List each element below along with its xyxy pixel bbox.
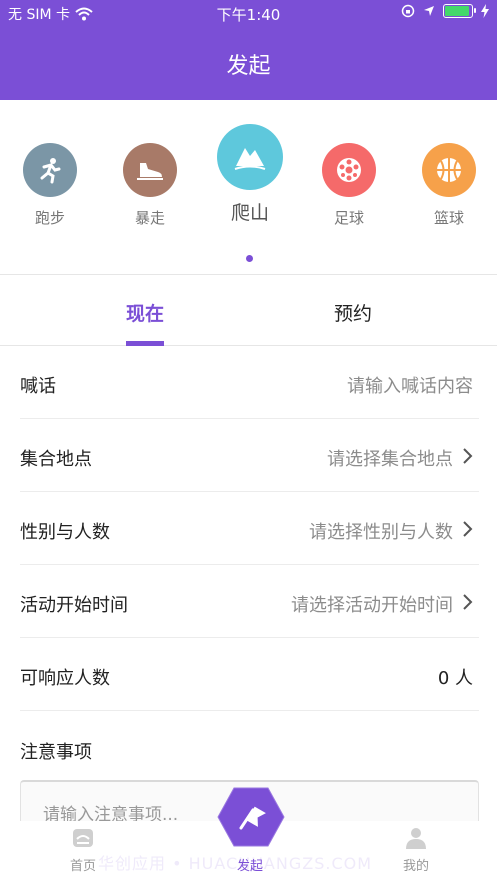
sport-label: 爬山	[230, 202, 269, 224]
responders-row[interactable]: 可响应人数 0 人	[20, 638, 479, 711]
user-icon	[406, 828, 426, 849]
mountain-icon	[217, 124, 283, 190]
sport-soccer[interactable]: 足球	[304, 143, 394, 228]
time-tabs: 现在 预约	[0, 274, 497, 346]
sport-label: 跑步	[34, 209, 65, 227]
battery-icon	[443, 4, 476, 18]
header: 无 SIM 卡 下午1:40 发起	[0, 0, 497, 100]
tab-reservation[interactable]: 预约	[293, 299, 413, 326]
tabbar-mine[interactable]: 我的	[386, 827, 446, 874]
meeting-place-row[interactable]: 集合地点 请选择集合地点	[20, 419, 479, 492]
gender-count-row[interactable]: 性别与人数 请选择性别与人数	[20, 492, 479, 565]
running-icon	[23, 143, 77, 197]
soccer-ball-icon	[322, 143, 376, 197]
chevron-right-icon	[463, 448, 473, 464]
charging-icon	[481, 4, 489, 18]
shout-label: 喊话	[20, 376, 56, 397]
sport-brisk-walk[interactable]: 暴走	[105, 143, 195, 228]
home-icon	[73, 829, 93, 847]
launch-button[interactable]	[217, 786, 285, 848]
tabbar-launch-label[interactable]: 发起	[219, 855, 281, 874]
page-title: 发起	[226, 54, 271, 79]
orientation-lock-icon	[401, 4, 415, 18]
chevron-right-icon	[463, 521, 473, 537]
responders-label: 可响应人数	[20, 668, 110, 689]
sport-label: 足球	[333, 209, 364, 227]
sport-running[interactable]: 跑步	[5, 143, 95, 228]
gender-count-value: 请选择性别与人数	[309, 522, 453, 543]
tabbar-mine-label: 我的	[402, 859, 429, 874]
status-bar: 无 SIM 卡 下午1:40	[0, 0, 497, 26]
gender-count-label: 性别与人数	[20, 522, 110, 543]
start-time-value: 请选择活动开始时间	[291, 595, 453, 616]
page-indicator-dot	[246, 255, 253, 262]
meeting-place-label: 集合地点	[20, 449, 92, 470]
responders-value[interactable]: 0 人	[438, 664, 473, 690]
chevron-right-icon	[463, 594, 473, 610]
sport-hiking[interactable]: 爬山	[205, 124, 295, 225]
shout-input[interactable]: 请输入喊话内容	[347, 372, 473, 398]
notes-label: 注意事项	[20, 742, 92, 763]
meeting-place-value: 请选择集合地点	[327, 449, 453, 470]
sport-label: 篮球	[433, 209, 464, 227]
start-time-label: 活动开始时间	[20, 595, 128, 616]
basketball-icon	[422, 143, 476, 197]
start-time-row[interactable]: 活动开始时间 请选择活动开始时间	[20, 565, 479, 638]
sport-label: 暴走	[134, 209, 165, 227]
location-icon	[424, 6, 434, 16]
tab-now[interactable]: 现在	[85, 299, 205, 326]
sneaker-icon	[123, 143, 177, 197]
sport-basketball[interactable]: 篮球	[404, 143, 494, 228]
sport-selector: 跑步 暴走 爬山 足球 篮球	[0, 100, 497, 274]
shout-row[interactable]: 喊话 请输入喊话内容	[20, 346, 479, 419]
launch-form: 喊话 请输入喊话内容 集合地点 请选择集合地点 性别与人数 请选择性别与人数 活…	[0, 346, 497, 840]
